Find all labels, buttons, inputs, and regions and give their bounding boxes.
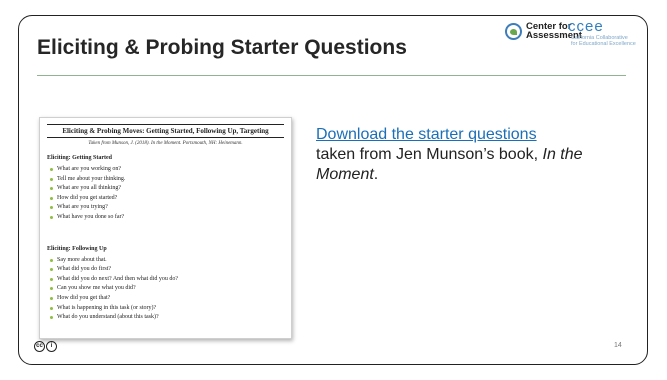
center-for-assessment-icon	[505, 22, 522, 40]
download-starter-questions-link[interactable]: Download the starter questions	[316, 126, 537, 143]
description-text: taken from Jen Munson’s book,	[316, 146, 539, 163]
section-heading-getting-started: Eliciting: Getting Started	[47, 155, 112, 161]
list-item: What is happening in this task (or story…	[47, 304, 284, 314]
list-item: Tell me about your thinking.	[47, 175, 284, 185]
ccee-line2: for Educational Excellence	[571, 41, 636, 47]
ccee-logo: ccee California Collaborative for Educat…	[568, 18, 636, 47]
ccee-wordmark: ccee	[568, 18, 604, 35]
slide-title: Eliciting & Probing Starter Questions	[37, 36, 407, 59]
list-item: What have you done so far?	[47, 213, 284, 223]
list-item: What did you do first?	[47, 265, 284, 275]
list-item: How did you get started?	[47, 194, 284, 204]
creative-commons-badge: cc i	[34, 341, 57, 352]
starter-questions-document-preview: Eliciting & Probing Moves: Getting Start…	[39, 117, 292, 339]
title-divider	[37, 75, 626, 76]
download-description: Download the starter questions taken fro…	[316, 125, 636, 185]
list-item: How did you get that?	[47, 294, 284, 304]
list-item: What are you working on?	[47, 165, 284, 175]
page-number: 14	[614, 342, 622, 349]
attribution-icon: i	[46, 341, 57, 352]
document-title: Eliciting & Probing Moves: Getting Start…	[47, 124, 284, 138]
following-up-list: Say more about that. What did you do fir…	[47, 256, 284, 323]
list-item: What do you understand (about this task)…	[47, 313, 284, 323]
description-period: .	[373, 166, 379, 183]
list-item: What did you do next? And then what did …	[47, 275, 284, 285]
list-item: Can you show me what you did?	[47, 284, 284, 294]
section-heading-following-up: Eliciting: Following Up	[47, 245, 107, 252]
getting-started-list: What are you working on? Tell me about y…	[47, 165, 284, 223]
cc-icon: cc	[34, 341, 45, 352]
list-item: Say more about that.	[47, 256, 284, 266]
slide: Eliciting & Probing Starter Questions Ce…	[0, 0, 667, 380]
document-source: Taken from Munson, J. (2018). In the Mom…	[88, 141, 243, 146]
list-item: What are you trying?	[47, 203, 284, 213]
list-item: What are you all thinking?	[47, 184, 284, 194]
